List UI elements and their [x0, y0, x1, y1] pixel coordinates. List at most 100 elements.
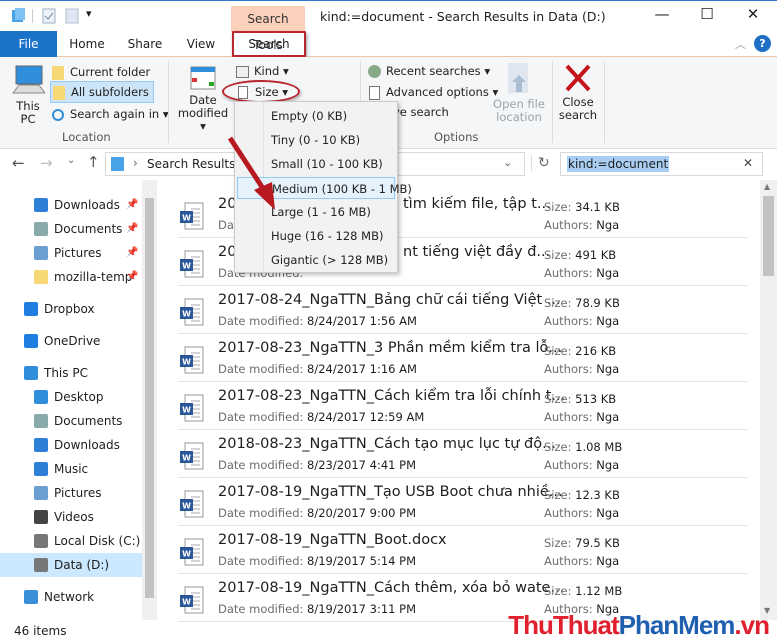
refresh-icon[interactable]: ↻ [531, 155, 550, 171]
author-value: Nga [596, 410, 620, 424]
customize-toolbar-icon[interactable]: ▾ [86, 7, 92, 20]
sidebar-item-data-d[interactable]: Data (D:) [0, 553, 142, 577]
properties-icon[interactable] [42, 8, 56, 24]
date-label: Date modified: [218, 362, 304, 376]
navigation-pane-scrollbar[interactable] [142, 180, 157, 620]
word-document-icon: W [180, 586, 204, 614]
close-button[interactable]: ✕ [738, 5, 768, 27]
sidebar-item-documents[interactable]: Documents [0, 409, 142, 433]
pin-icon[interactable]: 📌 [126, 241, 138, 265]
documents-icon [34, 222, 48, 236]
window-title: kind:=document - Search Results in Data … [320, 9, 606, 24]
new-folder-icon[interactable] [65, 8, 79, 24]
authors-label: Authors: [544, 554, 593, 568]
file-name[interactable]: 2017-08-19_NgaTTN_Cách thêm, xóa bỏ wate… [218, 580, 564, 596]
folder-icon [52, 65, 64, 80]
file-name[interactable]: 2017-08-19_NgaTTN_Boot.docx [218, 532, 447, 548]
search-box[interactable]: kind:=document ✕ [560, 152, 763, 176]
tab-home[interactable]: Home [64, 31, 110, 57]
all-subfolders-button[interactable]: All subfolders [50, 81, 154, 103]
sidebar-item-mozilla-temp[interactable]: mozilla-temp 📌 [0, 265, 142, 289]
open-file-location-button[interactable]: Open file location [492, 63, 546, 124]
pin-icon[interactable]: 📌 [126, 193, 138, 217]
desktop-icon [34, 390, 48, 404]
sidebar-item-onedrive[interactable]: OneDrive [0, 329, 142, 353]
word-document-icon: W [180, 490, 204, 518]
forward-button[interactable]: → [40, 154, 53, 172]
file-name[interactable]: 2017-08-23_NgaTTN_Cách kiểm tra lỗi chín… [218, 388, 565, 404]
date-value: 8/19/2017 5:14 PM [307, 554, 416, 568]
svg-text:W: W [182, 502, 191, 511]
back-button[interactable]: ← [12, 154, 25, 172]
size-option-empty[interactable]: Empty (0 KB) [237, 105, 395, 127]
recent-searches-button[interactable]: Recent searches ▾ [368, 62, 490, 80]
this-pc-button[interactable]: This PC [8, 63, 48, 126]
word-document-icon: W [180, 346, 204, 374]
date-modified-button[interactable]: Date modified ▾ [174, 65, 232, 133]
options-group-label: Options [434, 130, 479, 144]
clear-search-icon[interactable]: ✕ [743, 156, 753, 170]
sidebar-item-this-pc[interactable]: This PC [0, 361, 142, 385]
up-button[interactable]: ↑ [87, 153, 100, 171]
file-name[interactable]: 2018-08-23_NgaTTN_Cách tạo mục lục tự độ… [218, 436, 556, 452]
current-folder-button[interactable]: Current folder [52, 62, 150, 82]
file-name[interactable]: 2017-08-23_NgaTTN_3 Phần mềm kiểm tra lỗ… [218, 340, 562, 356]
tab-file[interactable]: File [0, 31, 57, 57]
pin-icon[interactable]: 📌 [126, 265, 138, 289]
advanced-options-button[interactable]: Advanced options ▾ [369, 83, 498, 101]
date-label: Date modified: [218, 506, 304, 520]
sidebar-item-downloads[interactable]: Downloads 📌 [0, 193, 142, 217]
minimize-button[interactable]: — [647, 5, 677, 27]
sidebar-item-desktop[interactable]: Desktop [0, 385, 142, 409]
search-input[interactable]: kind:=document [567, 156, 670, 172]
sidebar-item-videos[interactable]: Videos [0, 505, 142, 529]
sidebar-item-pictures[interactable]: Pictures 📌 [0, 241, 142, 265]
close-search-button[interactable]: Close search [556, 63, 600, 122]
size-label: Size: [544, 584, 572, 598]
size-value: 1.12 MB [575, 584, 623, 598]
sidebar-item-downloads[interactable]: Downloads [0, 433, 142, 457]
save-search-button[interactable]: ve search [393, 105, 449, 119]
maximize-button[interactable]: ☐ [692, 5, 722, 27]
sidebar-item-documents[interactable]: Documents 📌 [0, 217, 142, 241]
recent-locations-button[interactable]: ⌄ [67, 155, 75, 166]
size-option-gigantic[interactable]: Gigantic (> 128 MB) [237, 249, 395, 271]
file-name[interactable]: 2017-08-24_NgaTTN_Bảng chữ cái tiếng Việ… [218, 292, 561, 308]
recent-searches-icon [368, 65, 381, 78]
svg-text:W: W [182, 310, 191, 319]
file-row[interactable]: W 2017-08-19_NgaTTN_Tạo USB Boot chưa nhi… [178, 478, 748, 526]
sidebar-item-local-disk-c[interactable]: Local Disk (C:) [0, 529, 142, 553]
tab-search[interactable]: Search [232, 31, 306, 57]
sidebar-item-network[interactable]: Network [0, 585, 142, 609]
date-value: 8/24/2017 1:16 AM [307, 362, 417, 376]
search-again-in-button[interactable]: Search again in ▾ [52, 104, 169, 124]
pin-icon[interactable]: 📌 [126, 217, 138, 241]
file-row[interactable]: W 2018-08-23_NgaTTN_Cách tạo mục lục tự đ… [178, 430, 748, 478]
file-row[interactable]: W 2017-08-23_NgaTTN_3 Phần mềm kiểm tra l… [178, 334, 748, 382]
folder-icon [34, 270, 48, 284]
sidebar-item-dropbox[interactable]: Dropbox [0, 297, 142, 321]
sidebar-item-music[interactable]: Music [0, 457, 142, 481]
author-value: Nga [596, 218, 620, 232]
file-row[interactable]: W 2017-08-23_NgaTTN_Cách kiểm tra lỗi chí… [178, 382, 748, 430]
svg-text:W: W [182, 454, 191, 463]
sidebar-item-pictures[interactable]: Pictures [0, 481, 142, 505]
date-label: Date modified: [218, 554, 304, 568]
collapse-ribbon-icon[interactable]: ︿ [735, 36, 746, 52]
kind-button[interactable]: Kind ▾ [236, 62, 289, 80]
file-row[interactable]: W 2017-08-24_NgaTTN_Bảng chữ cái tiếng Vi… [178, 286, 748, 334]
tab-view[interactable]: View [180, 31, 222, 57]
tab-share[interactable]: Share [122, 31, 168, 57]
size-label: Size: [544, 248, 572, 262]
word-document-icon: W [180, 202, 204, 230]
file-name[interactable]: 2017-08-19_NgaTTN_Tạo USB Boot chưa nhiề… [218, 484, 563, 500]
help-icon[interactable]: ? [754, 35, 771, 52]
file-row[interactable]: W 2017-08-19_NgaTTN_Boot.docx Date modifie… [178, 526, 748, 574]
word-document-icon: W [180, 298, 204, 326]
address-dropdown-icon[interactable]: ⌄ [503, 156, 512, 169]
size-value: 513 KB [575, 392, 617, 406]
advanced-options-icon [369, 85, 380, 100]
file-list-scrollbar[interactable]: ▲ ▼ [760, 180, 777, 620]
close-search-icon [565, 64, 591, 92]
size-option-huge[interactable]: Huge (16 - 128 MB) [237, 225, 395, 247]
